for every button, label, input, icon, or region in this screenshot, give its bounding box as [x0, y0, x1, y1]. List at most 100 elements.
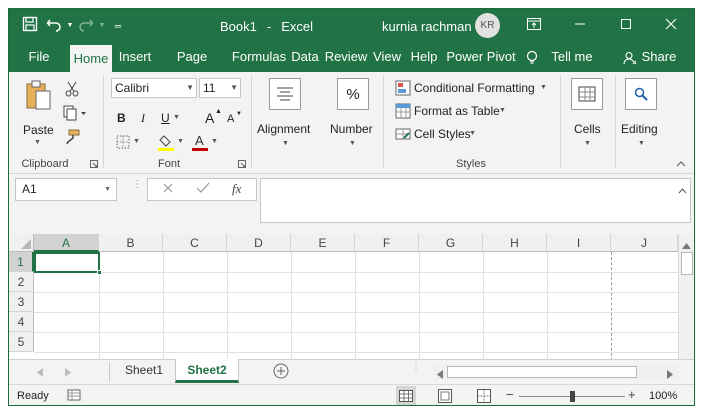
chevron-down-icon[interactable]: ▼ [104, 179, 111, 200]
borders-dropdown-icon[interactable]: ▼ [133, 138, 140, 145]
fill-handle[interactable] [97, 270, 102, 275]
horizontal-scrollbar[interactable] [433, 364, 679, 380]
save-icon[interactable] [17, 16, 43, 35]
chevron-down-icon[interactable]: ▼ [469, 130, 476, 137]
insert-function-button[interactable]: fx [232, 181, 241, 197]
vertical-scroll-thumb[interactable] [681, 252, 693, 275]
italic-button[interactable]: I [141, 111, 145, 126]
formula-input[interactable] [260, 178, 691, 223]
editing-button[interactable]: Editing [621, 122, 658, 136]
editing-dropdown-icon[interactable]: ▼ [638, 140, 645, 147]
editing-icon[interactable] [625, 78, 657, 110]
macro-record-icon[interactable] [67, 388, 81, 405]
chevron-down-icon[interactable]: ▼ [540, 84, 547, 91]
paste-label[interactable]: Paste [23, 123, 54, 137]
borders-icon[interactable] [115, 134, 131, 150]
undo-dropdown-icon[interactable]: ▼ [65, 22, 75, 29]
row-header-5[interactable]: 5 [9, 332, 34, 352]
alignment-dropdown-icon[interactable]: ▼ [282, 140, 289, 147]
name-box[interactable]: A1 ▼ [15, 178, 117, 201]
column-header-e[interactable]: E [291, 234, 355, 252]
format-as-table-button[interactable]: Format as Table [414, 104, 500, 118]
avatar[interactable]: KR [475, 13, 500, 38]
page-break-preview-icon[interactable] [477, 389, 491, 405]
sheet-scroll-left-icon[interactable] [37, 366, 43, 380]
grip-icon[interactable]: ⋮ [132, 180, 142, 198]
decrease-font-button[interactable]: A [227, 113, 234, 125]
underline-button[interactable]: U [161, 111, 170, 125]
sheet-scroll-right-icon[interactable] [65, 366, 71, 380]
column-header-j[interactable]: J [611, 234, 678, 252]
enter-check-icon[interactable] [196, 182, 210, 197]
collapse-formula-bar-icon[interactable] [678, 183, 687, 197]
collapse-ribbon-icon[interactable] [675, 159, 687, 169]
font-launcher-icon[interactable] [237, 159, 247, 169]
cells-dropdown-icon[interactable]: ▼ [584, 140, 591, 147]
column-header-d[interactable]: D [227, 234, 291, 252]
format-as-table-icon[interactable] [395, 103, 411, 119]
bold-button[interactable]: B [117, 111, 126, 125]
conditional-formatting-button[interactable]: Conditional Formatting [414, 81, 535, 95]
cell-styles-icon[interactable] [395, 126, 411, 142]
lightbulb-icon[interactable] [525, 42, 539, 72]
undo-icon[interactable] [43, 16, 65, 35]
conditional-formatting-icon[interactable] [395, 80, 411, 96]
minimize-icon[interactable] [557, 9, 603, 42]
sheet-tab-sheet1[interactable]: Sheet1 [113, 359, 175, 383]
row-header-4[interactable]: 4 [9, 312, 34, 332]
add-sheet-icon[interactable] [273, 363, 289, 382]
font-color-dropdown-icon[interactable]: ▼ [211, 138, 218, 145]
tab-home[interactable]: Home [70, 45, 112, 72]
ribbon-display-options-icon[interactable] [511, 9, 557, 42]
tab-formulas[interactable]: Formulas [231, 42, 287, 72]
tab-view[interactable]: View [371, 42, 403, 72]
chevron-down-icon[interactable]: ▼ [499, 107, 506, 114]
maximize-icon[interactable] [603, 9, 649, 42]
tab-power-pivot[interactable]: Power Pivot [445, 42, 517, 72]
alignment-button[interactable]: Alignment [257, 122, 310, 136]
font-size-combo[interactable]: 11 ▼ [199, 78, 241, 98]
tab-insert[interactable]: Insert [115, 42, 155, 72]
alignment-icon[interactable] [269, 78, 301, 110]
tab-page-layout[interactable]: Page Layout [156, 42, 228, 94]
column-header-f[interactable]: F [355, 234, 419, 252]
column-header-i[interactable]: I [547, 234, 611, 252]
vertical-scrollbar[interactable] [678, 234, 694, 366]
tab-help[interactable]: Help [407, 42, 441, 72]
redo-icon[interactable] [75, 16, 97, 35]
tab-file[interactable]: File [21, 42, 57, 72]
cell-styles-button[interactable]: Cell Styles [414, 127, 471, 141]
share-button[interactable]: Share [641, 42, 677, 72]
font-color-icon[interactable]: A [191, 132, 209, 152]
redo-dropdown-icon[interactable]: ▼ [97, 22, 107, 29]
horizontal-scroll-thumb[interactable] [447, 366, 637, 378]
paste-dropdown-icon[interactable]: ▼ [34, 139, 41, 146]
clipboard-launcher-icon[interactable] [89, 159, 99, 169]
column-header-g[interactable]: G [419, 234, 483, 252]
zoom-in-button[interactable]: + [628, 387, 636, 402]
column-header-a[interactable]: A [34, 234, 99, 252]
cut-icon[interactable] [63, 80, 81, 98]
row-header-2[interactable]: 2 [9, 272, 34, 292]
font-name-combo[interactable]: Calibri ▼ [111, 78, 197, 98]
cells-icon[interactable] [571, 78, 603, 110]
column-header-b[interactable]: B [99, 234, 163, 252]
scroll-up-icon[interactable] [682, 238, 691, 252]
scroll-right-icon[interactable] [667, 368, 673, 382]
select-all-corner[interactable] [9, 234, 34, 252]
tab-review[interactable]: Review [324, 42, 368, 72]
row-header-3[interactable]: 3 [9, 292, 34, 312]
row-header-1[interactable]: 1 [9, 252, 34, 272]
cancel-icon[interactable] [162, 182, 174, 197]
zoom-out-button[interactable]: − [506, 387, 514, 402]
number-button[interactable]: Number [330, 122, 373, 136]
underline-dropdown-icon[interactable]: ▼ [173, 114, 180, 121]
column-header-h[interactable]: H [483, 234, 547, 252]
zoom-slider-thumb[interactable] [570, 391, 575, 402]
page-layout-view-icon[interactable] [438, 389, 452, 405]
scroll-left-icon[interactable] [437, 368, 443, 382]
active-cell-a1[interactable] [34, 252, 100, 273]
cells-button[interactable]: Cells [574, 122, 601, 136]
normal-view-icon[interactable] [396, 386, 416, 405]
copy-icon[interactable] [61, 104, 89, 122]
